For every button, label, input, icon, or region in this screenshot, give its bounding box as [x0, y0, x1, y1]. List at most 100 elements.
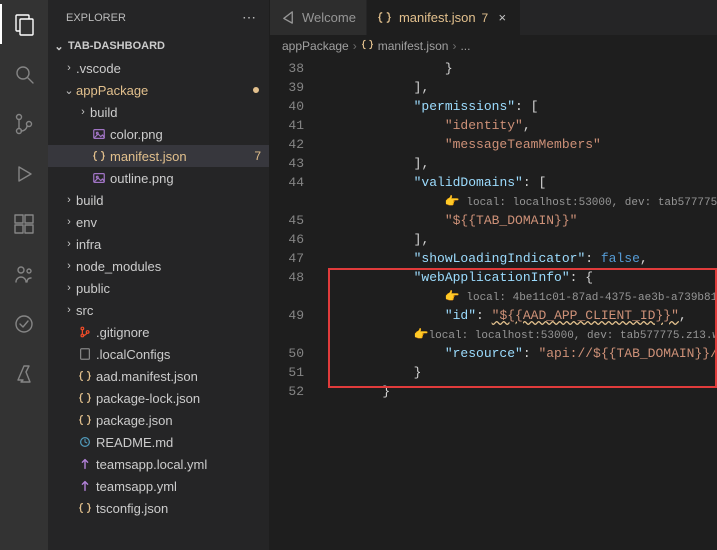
tree-file[interactable]: aad.manifest.json [48, 365, 269, 387]
tree-file[interactable]: README.md [48, 431, 269, 453]
tree-file[interactable]: manifest.json7 [48, 145, 269, 167]
tree-folder[interactable]: ›env [48, 211, 269, 233]
chevron-right-icon: › [62, 282, 76, 294]
line-number: 49 [270, 306, 304, 325]
tree-item-label: teamsapp.yml [96, 479, 269, 494]
tab-modified-badge: 7 [482, 11, 489, 25]
json-icon [76, 501, 94, 515]
activity-search-icon[interactable] [0, 58, 48, 90]
json-icon [377, 10, 393, 25]
editor-tab[interactable]: manifest.json7× [367, 0, 521, 35]
vscode-icon [280, 10, 296, 25]
tree-file[interactable]: color.png [48, 123, 269, 145]
tree-item-label: .localConfigs [96, 347, 269, 362]
tree-file[interactable]: package.json [48, 409, 269, 431]
tree-folder[interactable]: ›build [48, 101, 269, 123]
tree-folder[interactable]: ›.vscode [48, 57, 269, 79]
tree-folder[interactable]: ›public [48, 277, 269, 299]
breadcrumb-segment[interactable]: appPackage [282, 39, 349, 53]
activity-source-control-icon[interactable] [0, 108, 48, 140]
tab-label: Welcome [302, 10, 356, 25]
editor-area: Welcomemanifest.json7× appPackage›manife… [270, 0, 717, 550]
activity-teams-icon[interactable] [0, 258, 48, 290]
code-line: "id": "${{AAD_APP_CLIENT_ID}}", [320, 306, 717, 325]
close-icon[interactable]: × [494, 10, 510, 25]
tree-item-label: .vscode [76, 61, 269, 76]
activity-bar [0, 0, 48, 550]
inline-hint: 👉 local: localhost:53000, dev: tab577775… [320, 192, 717, 211]
md-icon [76, 435, 94, 449]
breadcrumb-segment[interactable]: manifest.json [378, 39, 449, 53]
tree-folder[interactable]: ›infra [48, 233, 269, 255]
chevron-right-icon: › [62, 194, 76, 206]
workspace-root-label: TAB-DASHBOARD [68, 40, 165, 52]
explorer-title: EXPLORER [66, 12, 126, 24]
code-line: "${{TAB_DOMAIN}}" [320, 211, 717, 230]
tree-file[interactable]: teamsapp.yml [48, 475, 269, 497]
activity-explorer-icon[interactable] [0, 8, 48, 40]
tree-file[interactable]: .localConfigs [48, 343, 269, 365]
chevron-right-icon: › [62, 62, 76, 74]
tree-item-label: teamsapp.local.yml [96, 457, 269, 472]
tree-file[interactable]: package-lock.json [48, 387, 269, 409]
code-lines: } ], "permissions": [ "identity", "messa… [320, 57, 717, 550]
json-icon [76, 391, 94, 405]
tree-folder[interactable]: ⌄appPackage [48, 79, 269, 101]
tree-item-label: outline.png [110, 171, 269, 186]
tree-folder[interactable]: ›build [48, 189, 269, 211]
explorer-sidebar: EXPLORER ⋯ ⌄ TAB-DASHBOARD ›.vscode⌄appP… [48, 0, 270, 550]
tree-item-label: color.png [110, 127, 269, 142]
line-number: 42 [270, 135, 304, 154]
code-editor[interactable]: 383940414243444546474849505152 } ], "per… [270, 57, 717, 550]
explorer-more-icon[interactable]: ⋯ [242, 9, 257, 26]
json-icon [76, 369, 94, 383]
line-number [270, 192, 304, 211]
line-number [270, 325, 304, 344]
modified-badge: 7 [254, 149, 261, 163]
modified-dot-icon [253, 87, 259, 93]
line-number: 51 [270, 363, 304, 382]
tree-file[interactable]: teamsapp.local.yml [48, 453, 269, 475]
pointing-hand-icon: 👉 [445, 290, 460, 304]
code-line: "validDomains": [ [320, 173, 717, 192]
chevron-right-icon: › [353, 39, 357, 53]
activity-azure-icon[interactable] [0, 358, 48, 390]
tree-item-label: README.md [96, 435, 269, 450]
line-number: 38 [270, 59, 304, 78]
tree-folder[interactable]: ›node_modules [48, 255, 269, 277]
activity-testing-icon[interactable] [0, 308, 48, 340]
code-line: ], [320, 78, 717, 97]
tree-file[interactable]: outline.png [48, 167, 269, 189]
breadcrumb[interactable]: appPackage›manifest.json›... [270, 35, 717, 57]
tree-file[interactable]: .gitignore [48, 321, 269, 343]
code-line: "messageTeamMembers" [320, 135, 717, 154]
yml-icon [76, 457, 94, 471]
tree-item-label: build [90, 105, 269, 120]
chevron-right-icon: › [62, 216, 76, 228]
tree-item-label: infra [76, 237, 269, 252]
tree-item-label: package.json [96, 413, 269, 428]
chevron-right-icon: › [452, 39, 456, 53]
tree-item-label: appPackage [76, 83, 253, 98]
code-line: "identity", [320, 116, 717, 135]
tree-folder[interactable]: ›src [48, 299, 269, 321]
code-line: } [320, 363, 717, 382]
pointing-hand-icon: 👉 [414, 328, 429, 342]
line-number: 43 [270, 154, 304, 173]
workspace-root[interactable]: ⌄ TAB-DASHBOARD [48, 35, 269, 57]
img-icon [90, 127, 108, 141]
tree-item-label: manifest.json [110, 149, 254, 164]
img-icon [90, 171, 108, 185]
chevron-right-icon: › [62, 238, 76, 250]
tree-file[interactable]: tsconfig.json [48, 497, 269, 519]
breadcrumb-segment[interactable]: ... [460, 39, 470, 53]
editor-tab[interactable]: Welcome [270, 0, 367, 35]
line-number: 47 [270, 249, 304, 268]
tree-item-label: .gitignore [96, 325, 269, 340]
activity-run-debug-icon[interactable] [0, 158, 48, 190]
activity-extensions-icon[interactable] [0, 208, 48, 240]
tree-item-label: package-lock.json [96, 391, 269, 406]
chevron-right-icon: › [62, 304, 76, 316]
chevron-down-icon: ⌄ [62, 84, 76, 97]
tree-item-label: public [76, 281, 269, 296]
